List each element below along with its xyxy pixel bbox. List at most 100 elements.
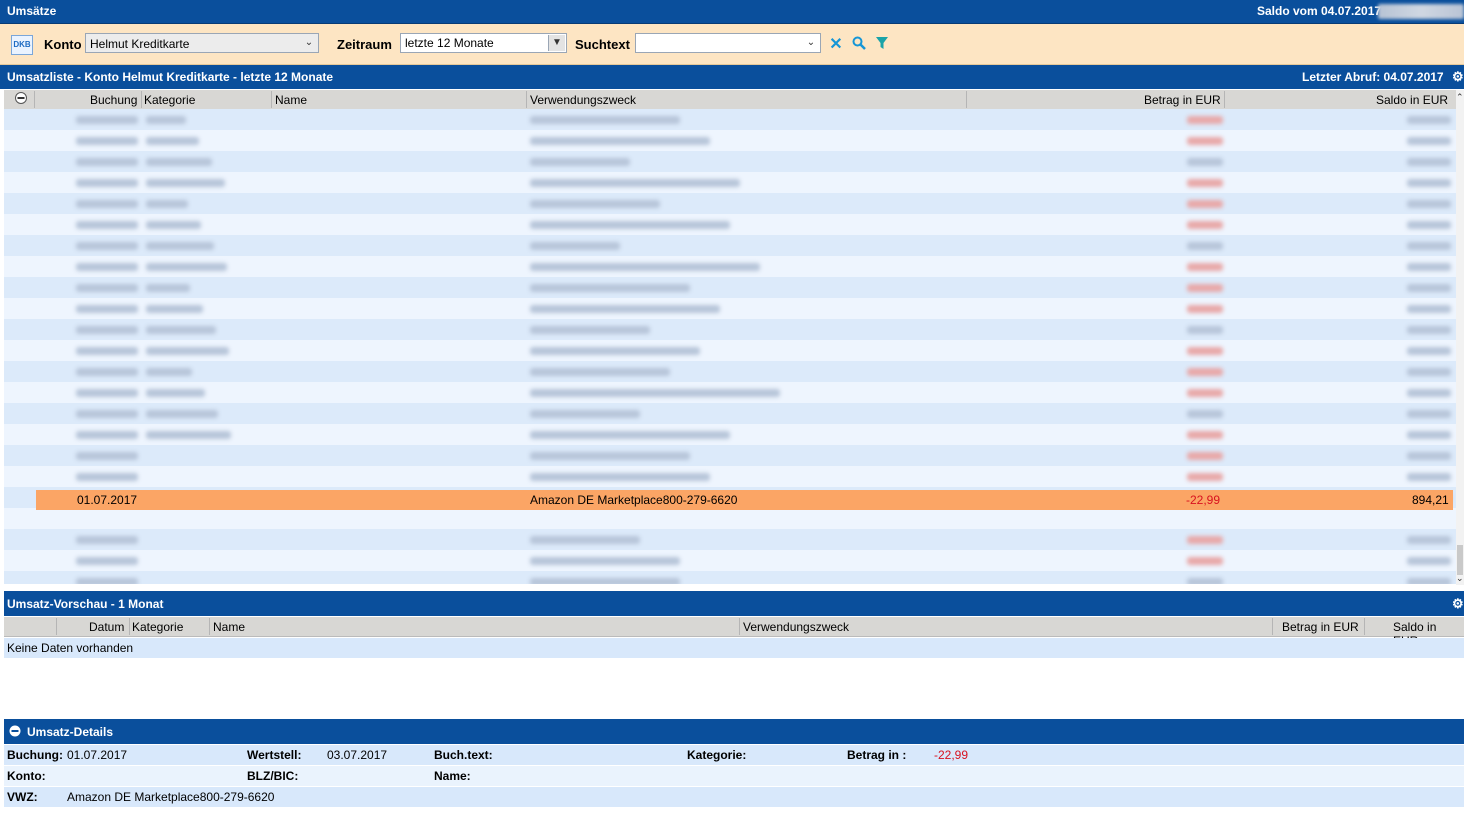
table-row[interactable] — [4, 361, 1456, 382]
preview-col-datum[interactable]: Datum — [89, 620, 124, 634]
table-row[interactable] — [4, 256, 1456, 277]
table-row[interactable] — [4, 403, 1456, 424]
table-row[interactable] — [4, 151, 1456, 172]
wertstell-label: Wertstell: — [247, 748, 302, 762]
filter-icon[interactable] — [873, 36, 891, 54]
selected-verwendungszweck: Amazon DE Marketplace800-279-6620 — [530, 493, 738, 507]
col-verwendungszweck[interactable]: Verwendungszweck — [530, 93, 636, 107]
collapse-icon[interactable] — [15, 92, 27, 107]
redacted-cell — [146, 347, 229, 355]
col-saldo[interactable]: Saldo in EUR — [1376, 93, 1448, 107]
table-row[interactable] — [4, 445, 1456, 466]
chevron-down-icon[interactable]: ⌄ — [301, 35, 317, 51]
table-row[interactable] — [4, 571, 1456, 584]
preview-title: Umsatz-Vorschau - 1 Monat — [7, 597, 164, 611]
table-row[interactable] — [4, 235, 1456, 256]
clear-icon[interactable]: ✕ — [827, 36, 845, 54]
scroll-up-icon[interactable]: ⌃ — [1456, 92, 1464, 103]
redacted-cell — [76, 326, 138, 334]
redacted-cell — [530, 347, 700, 355]
redacted-cell — [530, 158, 630, 166]
search-icon[interactable] — [850, 36, 868, 54]
buchtext-label: Buch.text: — [434, 748, 493, 762]
redacted-cell — [146, 368, 192, 376]
empty-text: Keine Daten vorhanden — [7, 641, 134, 655]
redacted-cell — [76, 536, 138, 544]
table-row[interactable] — [4, 130, 1456, 151]
redacted-cell — [76, 410, 138, 418]
preview-col-name[interactable]: Name — [213, 620, 245, 634]
dropdown-arrow-icon[interactable]: ▼ — [548, 35, 565, 51]
col-buchung[interactable]: Buchung — [90, 93, 137, 107]
table-row[interactable] — [4, 298, 1456, 319]
redacted-cell — [530, 410, 640, 418]
redacted-cell — [1407, 557, 1451, 565]
table-row[interactable] — [4, 277, 1456, 298]
redacted-cell — [1407, 578, 1451, 584]
preview-empty-row: Keine Daten vorhanden — [4, 638, 1464, 658]
table-row[interactable] — [4, 529, 1456, 550]
zeitraum-select[interactable]: letzte 12 Monate ▼ — [400, 33, 567, 53]
table-row[interactable] — [4, 193, 1456, 214]
table-row[interactable] — [4, 172, 1456, 193]
title-bar: Umsätze Saldo vom 04.07.2017 — [0, 0, 1464, 24]
scroll-down-icon[interactable]: ⌄ — [1456, 573, 1464, 584]
settings-gear-icon[interactable]: ⚙ — [1452, 69, 1464, 85]
suchtext-input[interactable]: ⌄ — [635, 33, 821, 53]
table-row[interactable] — [4, 424, 1456, 445]
col-betrag[interactable]: Betrag in EUR — [1144, 93, 1221, 107]
collapse-details-icon[interactable] — [9, 725, 21, 740]
table-row[interactable] — [4, 508, 1456, 529]
redacted-cell — [1407, 431, 1451, 439]
redacted-cell — [76, 263, 138, 271]
vwz-label: VWZ: — [7, 790, 38, 804]
redacted-cell — [530, 242, 620, 250]
konto-select-value: Helmut Kreditkarte — [90, 37, 190, 51]
vwz-value: Amazon DE Marketplace800-279-6620 — [67, 790, 275, 804]
col-name[interactable]: Name — [275, 93, 307, 107]
redacted-cell — [1187, 305, 1223, 313]
scroll-thumb[interactable] — [1457, 545, 1463, 575]
list-column-header: Buchung Kategorie Name Verwendungszweck … — [4, 90, 1464, 110]
redacted-cell — [530, 368, 670, 376]
chevron-down-icon[interactable]: ⌄ — [803, 35, 819, 51]
table-row[interactable] — [4, 319, 1456, 340]
redacted-cell — [1407, 473, 1451, 481]
redacted-cell — [76, 452, 138, 460]
redacted-cell — [146, 179, 225, 187]
redacted-cell — [530, 326, 650, 334]
table-row[interactable] — [4, 214, 1456, 235]
col-kategorie[interactable]: Kategorie — [144, 93, 195, 107]
preview-col-betrag[interactable]: Betrag in EUR — [1282, 620, 1359, 634]
table-row[interactable] — [4, 550, 1456, 571]
preview-col-kategorie[interactable]: Kategorie — [132, 620, 183, 634]
redacted-cell — [1187, 368, 1223, 376]
konto-detail-label: Konto: — [7, 769, 46, 783]
table-row-selected[interactable]: 01.07.2017 Amazon DE Marketplace800-279-… — [36, 490, 1453, 510]
settings-gear-icon[interactable]: ⚙ — [1452, 596, 1464, 612]
table-row[interactable] — [4, 340, 1456, 361]
redacted-cell — [530, 431, 730, 439]
betrag-label: Betrag in : — [847, 748, 907, 762]
redacted-cell — [1407, 158, 1451, 166]
redacted-cell — [1187, 263, 1223, 271]
list-title-bar: Umsatzliste - Konto Helmut Kreditkarte -… — [0, 65, 1464, 89]
transaction-list[interactable] — [4, 109, 1456, 584]
redacted-cell — [146, 242, 214, 250]
redacted-cell — [1187, 452, 1223, 460]
details-row-3: VWZ: Amazon DE Marketplace800-279-6620 — [4, 787, 1464, 807]
redacted-cell — [146, 221, 201, 229]
konto-select[interactable]: Helmut Kreditkarte ⌄ — [85, 33, 319, 53]
details-title-bar: Umsatz-Details — [4, 719, 1464, 744]
table-row[interactable] — [4, 466, 1456, 487]
redacted-cell — [146, 116, 186, 124]
name-detail-label: Name: — [434, 769, 471, 783]
redacted-cell — [1187, 410, 1223, 418]
list-scrollbar[interactable]: ⌃ ⌄ — [1456, 90, 1464, 585]
preview-col-verwendungszweck[interactable]: Verwendungszweck — [743, 620, 849, 634]
table-row[interactable] — [4, 109, 1456, 130]
redacted-cell — [76, 200, 138, 208]
redacted-cell — [1407, 137, 1451, 145]
table-row[interactable] — [4, 382, 1456, 403]
redacted-cell — [76, 305, 138, 313]
